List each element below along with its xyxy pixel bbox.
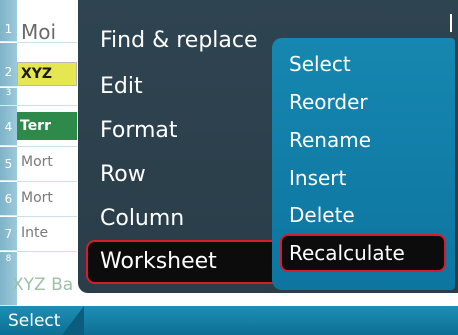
row-number: 5 <box>4 157 13 171</box>
row-header-4[interactable]: 4 <box>0 106 17 146</box>
cell-a1[interactable]: Moi <box>17 20 77 44</box>
row-number: 2 <box>4 65 13 79</box>
grid-line <box>17 251 77 252</box>
cell-a5[interactable]: Mort <box>17 154 77 176</box>
menu-item-edit[interactable]: Edit <box>100 74 143 99</box>
grid-line <box>17 216 77 217</box>
row-number: 6 <box>4 192 13 206</box>
row-number: 3 <box>5 88 12 98</box>
row-header-7[interactable]: 7 <box>0 217 17 251</box>
row-header-5[interactable]: 5 <box>0 147 17 181</box>
worksheet-submenu: Select Reorder Rename Insert Delete Reca… <box>272 38 455 290</box>
row-number: 8 <box>5 254 12 264</box>
submenu-item-rename[interactable]: Rename <box>289 128 371 152</box>
submenu-item-insert[interactable]: Insert <box>289 166 346 190</box>
row-number: 1 <box>4 22 13 36</box>
menu-item-worksheet[interactable]: Worksheet <box>86 240 291 284</box>
scroll-indicator <box>450 14 452 32</box>
left-softkey-select[interactable]: Select <box>8 311 60 331</box>
softkey-bar: Select <box>0 306 458 335</box>
grid-line <box>17 42 77 43</box>
cell-a4[interactable]: Terr <box>17 112 77 140</box>
row-number: 7 <box>4 227 13 241</box>
submenu-item-reorder[interactable]: Reorder <box>289 90 368 114</box>
grid-line <box>17 181 77 182</box>
menu-item-row[interactable]: Row <box>100 162 146 187</box>
submenu-item-recalculate[interactable]: Recalculate <box>280 234 446 272</box>
cell-a7[interactable]: Inte <box>17 225 77 247</box>
row-number: 4 <box>4 120 13 134</box>
cell-a2[interactable]: XYZ <box>17 62 77 86</box>
row-header-3[interactable]: 3 <box>0 88 17 106</box>
grid-line <box>17 105 77 106</box>
menu-item-find-replace[interactable]: Find & replace <box>100 28 258 53</box>
menu-item-format[interactable]: Format <box>100 118 178 143</box>
grid-line <box>17 146 77 147</box>
menu-item-column[interactable]: Column <box>100 206 184 231</box>
row-header-6[interactable]: 6 <box>0 182 17 216</box>
softkey-divider <box>62 306 84 335</box>
submenu-item-delete[interactable]: Delete <box>289 203 355 227</box>
row-header-1[interactable]: 1 <box>0 0 17 42</box>
row-header-2[interactable]: 2 <box>0 43 17 87</box>
cell-a6[interactable]: Mort <box>17 190 77 212</box>
cell-content-preview: XYZ Ba <box>12 275 74 295</box>
submenu-item-select[interactable]: Select <box>289 52 351 76</box>
